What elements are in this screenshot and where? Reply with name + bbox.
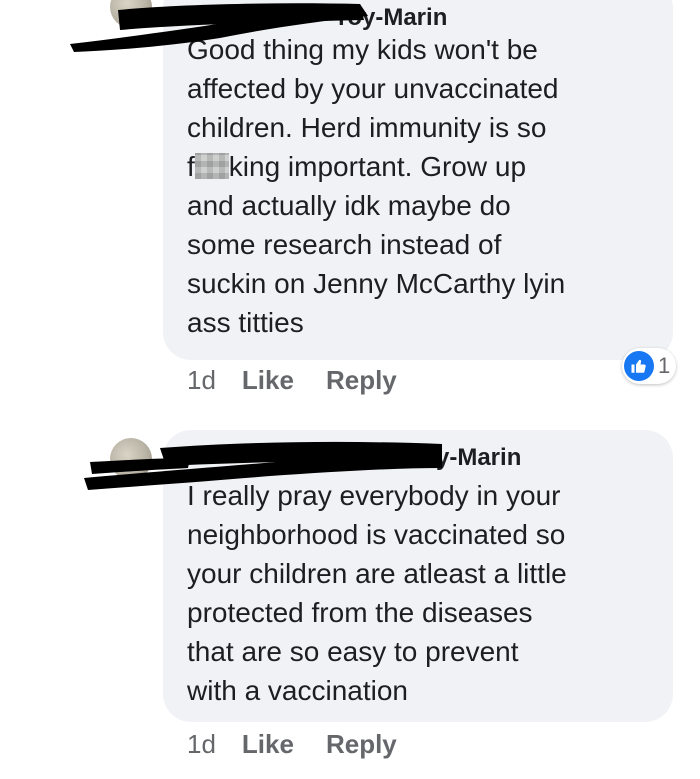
timestamp[interactable]: 1d [187, 365, 216, 396]
like-button[interactable]: Like [242, 365, 294, 396]
comment-actions: 1d Like Reply [187, 365, 429, 396]
redaction-mark [84, 441, 442, 490]
comment-bubble: Good thing my kids won't be affected by … [163, 0, 673, 360]
timestamp[interactable]: 1d [187, 729, 216, 760]
reply-button[interactable]: Reply [326, 365, 397, 396]
thumbs-up-icon [624, 351, 654, 381]
reaction-summary[interactable]: 1 [622, 348, 677, 384]
comment-body: I really pray everybody in your neighbor… [187, 480, 567, 706]
reaction-count: 1 [658, 353, 671, 378]
reply-button[interactable]: Reply [326, 729, 397, 760]
like-button[interactable]: Like [242, 729, 294, 760]
censored-word [194, 153, 229, 179]
comment-actions: 1d Like Reply [187, 729, 429, 760]
redaction-mark [70, 3, 368, 52]
comment-body: Good thing my kids won't be affected by … [187, 34, 566, 338]
